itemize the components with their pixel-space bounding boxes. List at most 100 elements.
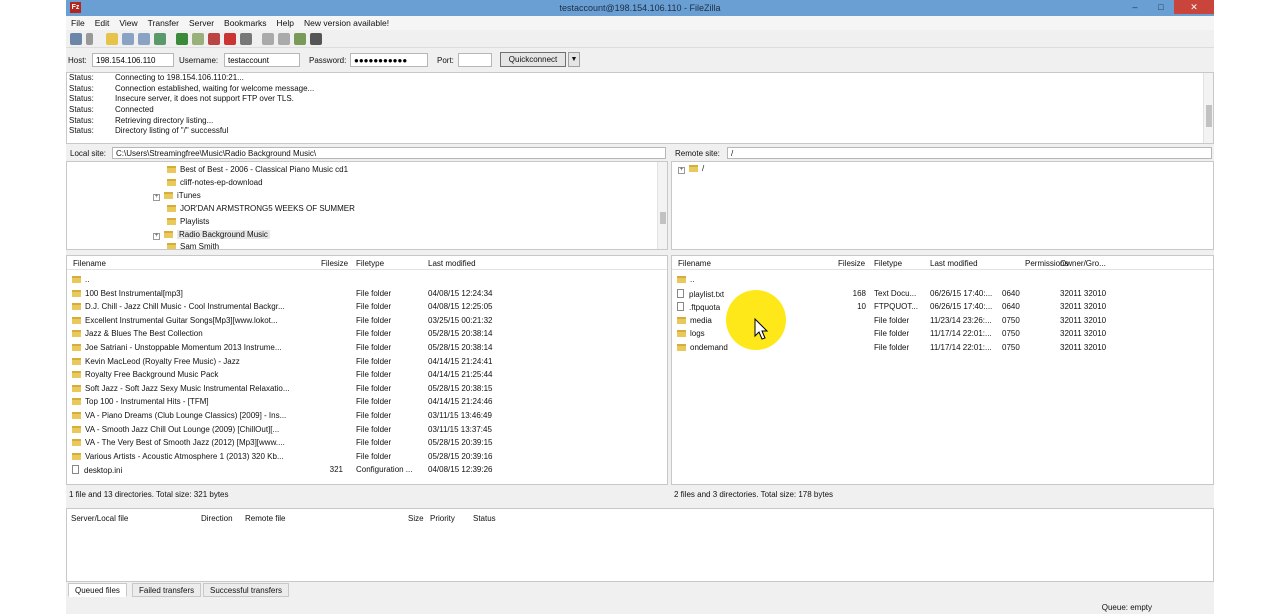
log-row: Status: Connected (67, 105, 1213, 116)
reconnect-icon[interactable] (240, 33, 252, 45)
menu-help[interactable]: Help (272, 16, 299, 30)
filename-cell: D.J. Chill - Jazz Chill Music - Cool Ins… (72, 302, 300, 311)
log-scrollbar[interactable] (1203, 73, 1213, 143)
site-manager-icon[interactable] (70, 33, 82, 45)
folder-icon (72, 357, 81, 365)
log-scroll-thumb[interactable] (1206, 105, 1212, 127)
filename-text: logs (690, 329, 705, 339)
remote-tree-root[interactable]: + / (678, 164, 704, 176)
table-row[interactable]: VA - Piano Dreams (Club Lounge Classics)… (67, 409, 667, 423)
quickconnect-dropdown-icon[interactable]: ▼ (568, 52, 580, 67)
expand-icon[interactable]: + (153, 232, 160, 240)
password-input[interactable] (350, 53, 428, 67)
toggle-remote-tree-icon[interactable] (138, 33, 150, 45)
local-tree-item[interactable]: JOR'DAN ARMSTRONG5 WEEKS OF SUMMER (167, 204, 355, 216)
table-row[interactable]: Soft Jazz - Soft Jazz Sexy Music Instrum… (67, 382, 667, 396)
toggle-local-tree-icon[interactable] (122, 33, 134, 45)
table-row[interactable]: Kevin MacLeod (Royalty Free Music) - Jaz… (67, 355, 667, 369)
col-remote-file[interactable]: Remote file (245, 514, 285, 523)
directory-compare-icon[interactable] (278, 33, 290, 45)
local-tree-item[interactable]: + iTunes (153, 191, 201, 203)
minimize-button[interactable]: – (1122, 0, 1148, 14)
site-manager-dropdown-icon[interactable] (86, 33, 93, 45)
table-row[interactable]: Jazz & Blues The Best Collection File fol… (67, 327, 667, 341)
col-owner-group[interactable]: Owner/Gro... (1060, 259, 1106, 268)
local-tree-scrollbar[interactable] (657, 162, 667, 249)
filetype-cell: File folder (874, 315, 910, 325)
filetype-cell: Configuration ... (356, 465, 413, 475)
col-filesize[interactable]: Filesize (838, 259, 865, 268)
tab-failed-transfers[interactable]: Failed transfers (132, 583, 202, 597)
port-input[interactable] (458, 53, 492, 67)
table-row[interactable]: Top 100 - Instrumental Hits - [TFM] File … (67, 395, 667, 409)
local-tree-item[interactable]: Sam Smith (167, 242, 219, 249)
local-tree-item[interactable]: cliff-notes-ep-download (167, 178, 263, 190)
remote-file-header: Filename Filesize Filetype Last modified… (672, 256, 1213, 270)
sync-browsing-icon[interactable] (294, 33, 306, 45)
modified-cell: 04/08/15 12:25:05 (428, 302, 493, 312)
table-row[interactable]: Joe Satriani - Unstoppable Momentum 2013… (67, 341, 667, 355)
remote-site-path[interactable]: / (727, 147, 1212, 159)
table-row[interactable]: D.J. Chill - Jazz Chill Music - Cool Ins… (67, 300, 667, 314)
modified-cell: 03/11/15 13:37:45 (428, 424, 492, 434)
table-row[interactable]: Various Artists - Acoustic Atmosphere 1 … (67, 450, 667, 464)
col-size[interactable]: Size (408, 514, 424, 523)
username-label: Username: (179, 56, 219, 65)
table-row[interactable]: .. (67, 273, 667, 287)
col-filesize[interactable]: Filesize (321, 259, 348, 268)
col-priority[interactable]: Priority (430, 514, 455, 523)
refresh-icon[interactable] (176, 33, 188, 45)
table-row[interactable]: .. (672, 273, 1213, 287)
menu-file[interactable]: File (66, 16, 90, 30)
log-message: Insecure server, it does not support FTP… (115, 94, 294, 104)
folder-icon (167, 178, 176, 186)
table-row[interactable]: 100 Best Instrumental[mp3] File folder 04/… (67, 287, 667, 301)
menu-view[interactable]: View (114, 16, 142, 30)
menu-new-version[interactable]: New version available! (299, 16, 394, 30)
table-row[interactable]: VA - Smooth Jazz Chill Out Lounge (2009)… (67, 423, 667, 437)
toggle-log-icon[interactable] (106, 33, 118, 45)
tab-successful-transfers[interactable]: Successful transfers (203, 583, 290, 597)
tab-queued-files[interactable]: Queued files (68, 583, 127, 597)
table-row[interactable]: Royalty Free Background Music Pack File f… (67, 368, 667, 382)
menu-bookmarks[interactable]: Bookmarks (219, 16, 272, 30)
col-last-modified[interactable]: Last modified (930, 259, 978, 268)
host-input[interactable] (92, 53, 174, 67)
expand-icon[interactable]: + (153, 193, 160, 201)
col-filename[interactable]: Filename (73, 259, 106, 268)
cancel-operation-icon[interactable] (208, 33, 220, 45)
table-row[interactable]: VA - The Very Best of Smooth Jazz (2012)… (67, 436, 667, 450)
modified-cell: 05/28/15 20:38:14 (428, 329, 493, 339)
local-tree-item[interactable]: Best of Best - 2006 - Classical Piano Mu… (167, 165, 348, 177)
col-server-local-file[interactable]: Server/Local file (71, 514, 128, 523)
search-remote-icon[interactable] (310, 33, 322, 45)
filetype-cell: File folder (356, 356, 392, 366)
table-row[interactable]: desktop.ini 321 Configuration ... 04/08/15 … (67, 463, 667, 477)
close-button[interactable]: ✕ (1174, 0, 1214, 14)
folder-icon (72, 330, 81, 338)
menu-edit[interactable]: Edit (90, 16, 115, 30)
local-tree-scroll-thumb[interactable] (660, 212, 666, 224)
col-last-modified[interactable]: Last modified (428, 259, 476, 268)
expand-icon[interactable]: + (678, 167, 685, 174)
local-tree-item[interactable]: + Radio Background Music (153, 229, 270, 242)
menu-transfer[interactable]: Transfer (143, 16, 184, 30)
col-status[interactable]: Status (473, 514, 496, 523)
process-queue-icon[interactable] (192, 33, 204, 45)
menu-server[interactable]: Server (184, 16, 219, 30)
quickconnect-button[interactable]: Quickconnect (500, 52, 566, 67)
username-input[interactable] (224, 53, 300, 67)
col-filetype[interactable]: Filetype (874, 259, 902, 268)
disconnect-icon[interactable] (224, 33, 236, 45)
maximize-button[interactable]: □ (1148, 0, 1174, 14)
table-row[interactable]: Excellent Instrumental Guitar Songs[Mp3]… (67, 314, 667, 328)
local-tree-item[interactable]: Playlists (167, 217, 209, 229)
directory-filter-icon[interactable] (262, 33, 274, 45)
filename-text: ondemand (690, 343, 728, 352)
toggle-queue-icon[interactable] (154, 33, 166, 45)
col-filetype[interactable]: Filetype (356, 259, 384, 268)
filetype-cell: File folder (356, 329, 392, 339)
col-direction[interactable]: Direction (201, 514, 233, 523)
local-site-path[interactable]: C:\Users\Streamingfree\Music\Radio Backg… (112, 147, 666, 159)
col-filename[interactable]: Filename (678, 259, 711, 268)
